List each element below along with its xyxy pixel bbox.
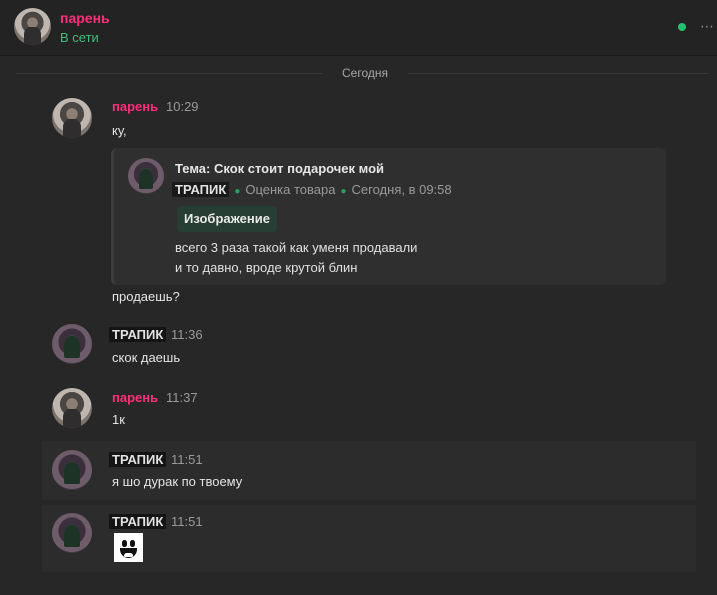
- date-separator: Сегодня: [0, 64, 717, 84]
- grinning-face-sticker-icon[interactable]: [114, 533, 143, 562]
- quote-date: Сегодня, в 09:58: [351, 182, 452, 197]
- header-username[interactable]: парень: [60, 10, 110, 26]
- quote-thread-title[interactable]: Тема: Скок стоит подарочек мой: [175, 161, 384, 176]
- attachment-chip[interactable]: Изображение: [177, 206, 277, 232]
- quote-author-name[interactable]: ТРАПИК: [172, 182, 230, 197]
- online-indicator-icon: [678, 23, 686, 31]
- separator-line-right: [408, 73, 708, 74]
- message-avatar-trapik[interactable]: [52, 450, 92, 490]
- message-text: 1к: [112, 412, 125, 427]
- date-separator-label: Сегодня: [342, 66, 388, 80]
- message-text: я шо дурак по твоему: [112, 474, 243, 489]
- message-avatar-trapik[interactable]: [52, 513, 92, 553]
- message-time: 11:51: [171, 514, 203, 529]
- message-author[interactable]: ТРАПИК: [109, 327, 167, 342]
- quoted-post-card[interactable]: Тема: Скок стоит подарочек мой ТРАПИК ● Оц…: [111, 148, 666, 285]
- dot-separator-icon: ●: [340, 186, 347, 197]
- header-online-status: В сети: [60, 30, 99, 45]
- message-avatar-trapik[interactable]: [52, 324, 92, 364]
- message-time: 11:37: [166, 390, 198, 405]
- sticker-eye: [130, 540, 135, 547]
- message-text: скок даешь: [112, 350, 181, 365]
- sticker-eye: [122, 540, 127, 547]
- dot-separator-icon: ●: [234, 186, 241, 197]
- message-avatar-paren[interactable]: [52, 98, 92, 138]
- message-time: 11:51: [171, 452, 203, 467]
- message-time: 11:36: [171, 327, 203, 342]
- message-time: 10:29: [166, 99, 199, 114]
- sticker-tongue: [124, 553, 133, 557]
- message-avatar-paren[interactable]: [52, 388, 92, 428]
- message-row-highlight: [42, 441, 696, 500]
- quote-meta: ТРАПИК ● Оценка товара ● Сегодня, в 09:58: [172, 182, 452, 197]
- message-text: продаешь?: [112, 289, 180, 304]
- quote-author-avatar[interactable]: [128, 158, 164, 194]
- separator-line-left: [16, 73, 322, 74]
- chat-header: парень В сети ⋯: [0, 0, 717, 56]
- more-options-icon[interactable]: ⋯: [700, 19, 717, 33]
- message-author[interactable]: ТРАПИК: [109, 514, 167, 529]
- message-author[interactable]: парень: [112, 390, 158, 405]
- quote-text-line: всего 3 раза такой как уменя продавали: [175, 240, 418, 255]
- quote-text-line: и то давно, вроде крутой блин: [175, 260, 358, 275]
- message-author[interactable]: парень: [112, 99, 158, 114]
- message-author[interactable]: ТРАПИК: [109, 452, 167, 467]
- quote-section[interactable]: Оценка товара: [245, 182, 335, 197]
- header-avatar[interactable]: [14, 8, 51, 45]
- message-text: ку,: [112, 123, 127, 138]
